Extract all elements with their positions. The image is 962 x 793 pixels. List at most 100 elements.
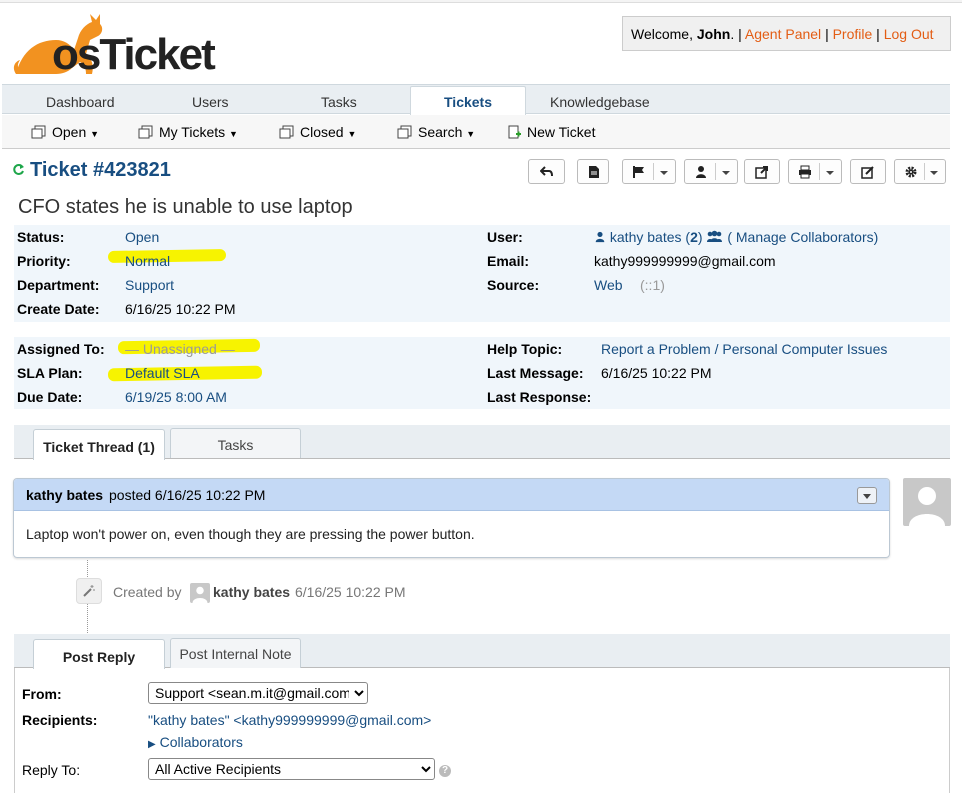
caret-down-icon: ▼ — [347, 129, 357, 139]
create-date-value: 6/16/25 10:22 PM — [125, 301, 236, 317]
reply-button[interactable] — [528, 159, 565, 184]
source-label: Source: — [487, 277, 540, 293]
ticket-subject: CFO states he is unable to use laptop — [18, 196, 353, 218]
sla-label: SLA Plan: — [17, 365, 83, 381]
tab-knowledgebase[interactable]: Knowledgebase — [550, 94, 650, 110]
print-menu-button[interactable] — [788, 159, 842, 184]
tab-tasks[interactable]: Tasks — [321, 94, 357, 110]
caret-down-icon — [660, 171, 668, 175]
ticket-number[interactable]: Ticket #423821 — [30, 159, 171, 182]
settings-menu-button[interactable] — [894, 159, 946, 184]
closed-label: Closed — [300, 124, 344, 140]
caret-down-icon — [722, 171, 730, 175]
sla-value[interactable]: Default SLA — [125, 365, 200, 381]
welcome-prefix: Welcome, — [631, 26, 697, 42]
entry-author: kathy bates — [26, 487, 104, 503]
new-ticket-label: New Ticket — [527, 124, 596, 140]
user-name-link[interactable]: kathy bates — [610, 229, 682, 245]
collaborators-toggle[interactable]: ▶ Collaborators — [148, 734, 243, 750]
gear-icon — [905, 166, 917, 178]
new-ticket-link[interactable]: New Ticket — [508, 124, 595, 140]
caret-down-icon: ▼ — [90, 129, 100, 139]
magic-wand-icon — [83, 585, 95, 597]
search-menu[interactable]: Search ▼ — [397, 124, 475, 140]
document-icon — [589, 166, 599, 178]
recipients-value[interactable]: "kathy bates" <kathy999999999@gmail.com> — [148, 712, 431, 728]
assign-menu-button[interactable] — [684, 159, 738, 184]
tab-post-reply[interactable]: Post Reply — [33, 639, 165, 669]
last-message-value: 6/16/25 10:22 PM — [601, 365, 712, 381]
due-date-value[interactable]: 6/19/25 8:00 AM — [125, 389, 227, 405]
print-document-button[interactable] — [577, 159, 609, 184]
search-label: Search — [418, 124, 463, 140]
event-date: 6/16/25 10:22 PM — [295, 584, 406, 600]
user-ticket-count: 2 — [690, 229, 698, 245]
open-label: Open — [52, 124, 87, 140]
my-tickets-label: My Tickets — [159, 124, 226, 140]
welcome-user: John — [696, 26, 731, 42]
tickets-icon — [279, 125, 294, 139]
recipients-label: Recipients: — [22, 712, 98, 728]
avatar — [903, 478, 951, 526]
priority-value[interactable]: Normal — [125, 253, 170, 269]
welcome-suffix: . | — [730, 26, 742, 42]
help-topic-label: Help Topic: — [487, 341, 563, 357]
caret-down-icon: ▼ — [466, 129, 476, 139]
department-label: Department: — [17, 277, 100, 293]
users-group-icon — [707, 230, 723, 242]
email-value: kathy999999999@gmail.com — [594, 253, 776, 269]
caret-down-icon — [863, 494, 871, 499]
profile-link[interactable]: Profile — [833, 26, 873, 42]
user-label: User: — [487, 229, 523, 245]
event-author: kathy bates — [213, 584, 291, 600]
edit-icon — [861, 166, 874, 179]
entry-body: Laptop won't power on, even though they … — [26, 526, 475, 542]
flag-menu-button[interactable] — [622, 159, 676, 184]
from-select[interactable]: Support <sean.m.it@gmail.com> — [148, 682, 368, 704]
status-label: Status: — [17, 229, 65, 245]
help-icon-glyph: ? — [441, 765, 449, 776]
tickets-icon — [138, 125, 153, 139]
welcome-box: Welcome, John. | Agent Panel | Profile |… — [622, 16, 951, 51]
entry-options-button[interactable] — [857, 487, 877, 504]
manage-collaborators-link[interactable]: ( Manage Collaborators) — [727, 229, 878, 245]
tab-ticket-thread[interactable]: Ticket Thread (1) — [33, 429, 165, 460]
caret-down-icon: ▼ — [229, 129, 238, 139]
separator: | — [876, 26, 880, 42]
my-tickets-menu[interactable]: My Tickets ▼ — [138, 124, 238, 140]
transfer-button[interactable] — [744, 159, 780, 184]
status-value[interactable]: Open — [125, 229, 159, 245]
edit-button[interactable] — [850, 159, 886, 184]
refresh-icon[interactable] — [12, 163, 25, 176]
collaborators-label: Collaborators — [159, 734, 243, 750]
top-border — [0, 0, 962, 3]
avatar-placeholder-icon — [909, 487, 945, 526]
tab-tickets[interactable]: Tickets — [410, 94, 526, 110]
logout-link[interactable]: Log Out — [884, 26, 934, 42]
assigned-value[interactable]: — Unassigned — — [125, 341, 235, 357]
tab-internal-note-label: Post Internal Note — [179, 646, 292, 662]
tab-ticket-thread-label: Ticket Thread (1) — [43, 439, 155, 455]
tab-post-reply-label: Post Reply — [62, 649, 136, 665]
open-tickets-menu[interactable]: Open ▼ — [31, 124, 99, 140]
tab-users[interactable]: Users — [192, 94, 229, 110]
email-label: Email: — [487, 253, 530, 269]
help-topic-value[interactable]: Report a Problem / Personal Computer Iss… — [601, 341, 887, 357]
closed-tickets-menu[interactable]: Closed ▼ — [279, 124, 356, 140]
osticket-logo[interactable]: osTicket — [12, 10, 217, 79]
department-value[interactable]: Support — [125, 277, 174, 293]
avatar — [190, 583, 210, 603]
help-icon[interactable]: ? — [439, 765, 451, 777]
reply-to-select[interactable]: All Active Recipients — [148, 758, 435, 780]
logo-text: osTicket — [52, 30, 216, 79]
source-ip: (::1) — [640, 277, 665, 293]
tab-dashboard[interactable]: Dashboard — [46, 94, 115, 110]
agent-panel-link[interactable]: Agent Panel — [745, 26, 821, 42]
separator: | — [825, 26, 829, 42]
source-value[interactable]: Web — [594, 277, 623, 293]
tab-post-internal-note[interactable]: Post Internal Note — [170, 638, 301, 668]
event-icon-box — [76, 578, 102, 604]
create-date-label: Create Date: — [17, 301, 100, 317]
tab-tasks-thread[interactable]: Tasks — [170, 428, 301, 458]
caret-down-icon — [826, 171, 834, 175]
